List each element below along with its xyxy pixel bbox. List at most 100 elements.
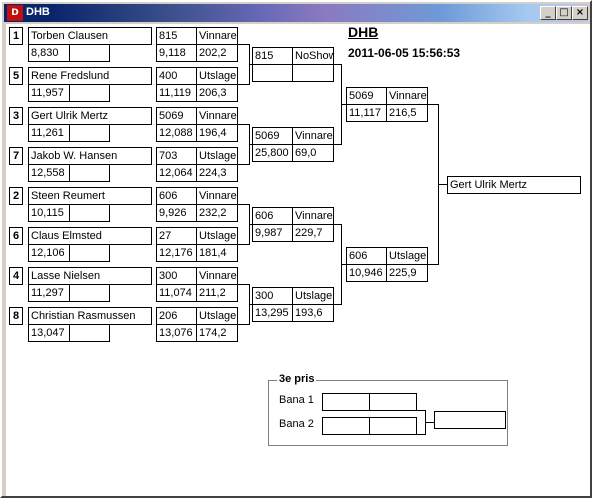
seed-number: 3 — [9, 107, 23, 125]
player-score-field[interactable]: 13,047 — [28, 324, 70, 342]
semifinal-status-field[interactable]: Vinnare — [386, 87, 428, 105]
player-name-field[interactable]: Gert Ulrik Mertz — [28, 107, 152, 125]
round2-time-field[interactable] — [252, 64, 294, 82]
app-window: D DHB _ □ × DHB 2011-06-05 15:56:53 1 Tor… — [0, 0, 592, 498]
result-time-field[interactable]: 11,074 — [156, 284, 198, 302]
player-score-field[interactable]: 8,830 — [28, 44, 70, 62]
result-status-field[interactable]: Vinnare — [196, 267, 238, 285]
result-speed-field[interactable]: 232,2 — [196, 204, 238, 222]
result-status-field[interactable]: Utslagen — [196, 67, 238, 85]
semifinal-code-field[interactable]: 5069 — [346, 87, 388, 105]
lane1-result[interactable] — [369, 393, 417, 411]
round2-time-field[interactable]: 13,295 — [252, 304, 294, 322]
result-status-field[interactable]: Vinnare — [196, 27, 238, 45]
round2-status-field[interactable]: Vinnare — [292, 127, 334, 145]
lane2-input[interactable] — [322, 417, 370, 435]
result-code-field[interactable]: 400 — [156, 67, 198, 85]
round2-status-field[interactable]: Vinnare — [292, 207, 334, 225]
player-extra-field[interactable] — [69, 324, 110, 342]
player-score-field[interactable]: 12,106 — [28, 244, 70, 262]
round2-status-field[interactable]: Utslagen — [292, 287, 334, 305]
lane1-input[interactable] — [322, 393, 370, 411]
round2-speed-field[interactable]: 69,0 — [292, 144, 334, 162]
player-score-field[interactable]: 12,558 — [28, 164, 70, 182]
player-extra-field[interactable] — [69, 204, 110, 222]
player-score-field[interactable]: 11,957 — [28, 84, 70, 102]
player-extra-field[interactable] — [69, 284, 110, 302]
result-code-field[interactable]: 5069 — [156, 107, 198, 125]
result-status-field[interactable]: Vinnare — [196, 187, 238, 205]
close-button[interactable]: × — [572, 6, 588, 20]
round2-code-field[interactable]: 606 — [252, 207, 294, 225]
result-code-field[interactable]: 703 — [156, 147, 198, 165]
round2-time-field[interactable]: 25,800 — [252, 144, 294, 162]
semifinal-time-field[interactable]: 11,117 — [346, 104, 388, 122]
result-code-field[interactable]: 27 — [156, 227, 198, 245]
semifinal-speed-field[interactable]: 216,5 — [386, 104, 428, 122]
result-speed-field[interactable]: 224,3 — [196, 164, 238, 182]
result-time-field[interactable]: 13,076 — [156, 324, 198, 342]
result-status-field[interactable]: Vinnare — [196, 107, 238, 125]
player-extra-field[interactable] — [69, 164, 110, 182]
result-status-field[interactable]: Utslagen — [196, 147, 238, 165]
page-title: DHB — [348, 24, 379, 40]
round2-speed-field[interactable]: 229,7 — [292, 224, 334, 242]
third-place-winner-field[interactable] — [434, 411, 506, 429]
player-name-field[interactable]: Torben Clausen — [28, 27, 152, 45]
seed-number: 2 — [9, 187, 23, 205]
semifinal-status-field[interactable]: Utslagen — [386, 247, 428, 265]
result-code-field[interactable]: 815 — [156, 27, 198, 45]
result-time-field[interactable]: 12,088 — [156, 124, 198, 142]
round2-code-field[interactable]: 300 — [252, 287, 294, 305]
round2-code-field[interactable]: 5069 — [252, 127, 294, 145]
result-speed-field[interactable]: 211,2 — [196, 284, 238, 302]
window-title: DHB — [26, 6, 50, 18]
result-time-field[interactable]: 11,119 — [156, 84, 198, 102]
player-extra-field[interactable] — [69, 44, 110, 62]
player-score-field[interactable]: 11,261 — [28, 124, 70, 142]
result-code-field[interactable]: 606 — [156, 187, 198, 205]
player-name-field[interactable]: Christian Rasmussen — [28, 307, 152, 325]
round2-status-field[interactable]: NoShow — [292, 47, 334, 65]
semifinal-speed-field[interactable]: 225,9 — [386, 264, 428, 282]
dhb-app-icon[interactable]: D — [7, 5, 23, 21]
round2-speed-field[interactable]: 193,6 — [292, 304, 334, 322]
result-time-field[interactable]: 9,118 — [156, 44, 198, 62]
player-name-field[interactable]: Claus Elmsted — [28, 227, 152, 245]
player-extra-field[interactable] — [69, 124, 110, 142]
result-time-field[interactable]: 12,064 — [156, 164, 198, 182]
semifinal-time-field[interactable]: 10,946 — [346, 264, 388, 282]
round2-code-field[interactable]: 815 — [252, 47, 294, 65]
result-code-field[interactable]: 206 — [156, 307, 198, 325]
bracket-canvas: DHB 2011-06-05 15:56:53 1 Torben Clausen 8… — [6, 24, 590, 496]
player-extra-field[interactable] — [69, 244, 110, 262]
seed-number: 7 — [9, 147, 23, 165]
result-speed-field[interactable]: 206,3 — [196, 84, 238, 102]
result-time-field[interactable]: 12,176 — [156, 244, 198, 262]
result-speed-field[interactable]: 181,4 — [196, 244, 238, 262]
player-score-field[interactable]: 10,115 — [28, 204, 70, 222]
player-score-field[interactable]: 11,297 — [28, 284, 70, 302]
winner-field[interactable]: Gert Ulrik Mertz — [447, 176, 581, 194]
player-extra-field[interactable] — [69, 84, 110, 102]
player-name-field[interactable]: Steen Reumert — [28, 187, 152, 205]
result-speed-field[interactable]: 174,2 — [196, 324, 238, 342]
close-icon: × — [575, 7, 585, 18]
result-status-field[interactable]: Utslagen — [196, 227, 238, 245]
minimize-button[interactable]: _ — [540, 6, 556, 20]
maximize-button[interactable]: □ — [556, 6, 572, 20]
result-speed-field[interactable]: 196,4 — [196, 124, 238, 142]
player-name-field[interactable]: Rene Fredslund — [28, 67, 152, 85]
semifinal-code-field[interactable]: 606 — [346, 247, 388, 265]
seed-number: 5 — [9, 67, 23, 85]
player-name-field[interactable]: Lasse Nielsen — [28, 267, 152, 285]
round2-time-field[interactable]: 9,987 — [252, 224, 294, 242]
round2-speed-field[interactable] — [292, 64, 334, 82]
lane2-result[interactable] — [369, 417, 417, 435]
result-status-field[interactable]: Utslagen — [196, 307, 238, 325]
title-bar[interactable]: D DHB _ □ × — [4, 4, 588, 22]
result-time-field[interactable]: 9,926 — [156, 204, 198, 222]
result-speed-field[interactable]: 202,2 — [196, 44, 238, 62]
player-name-field[interactable]: Jakob W. Hansen — [28, 147, 152, 165]
result-code-field[interactable]: 300 — [156, 267, 198, 285]
